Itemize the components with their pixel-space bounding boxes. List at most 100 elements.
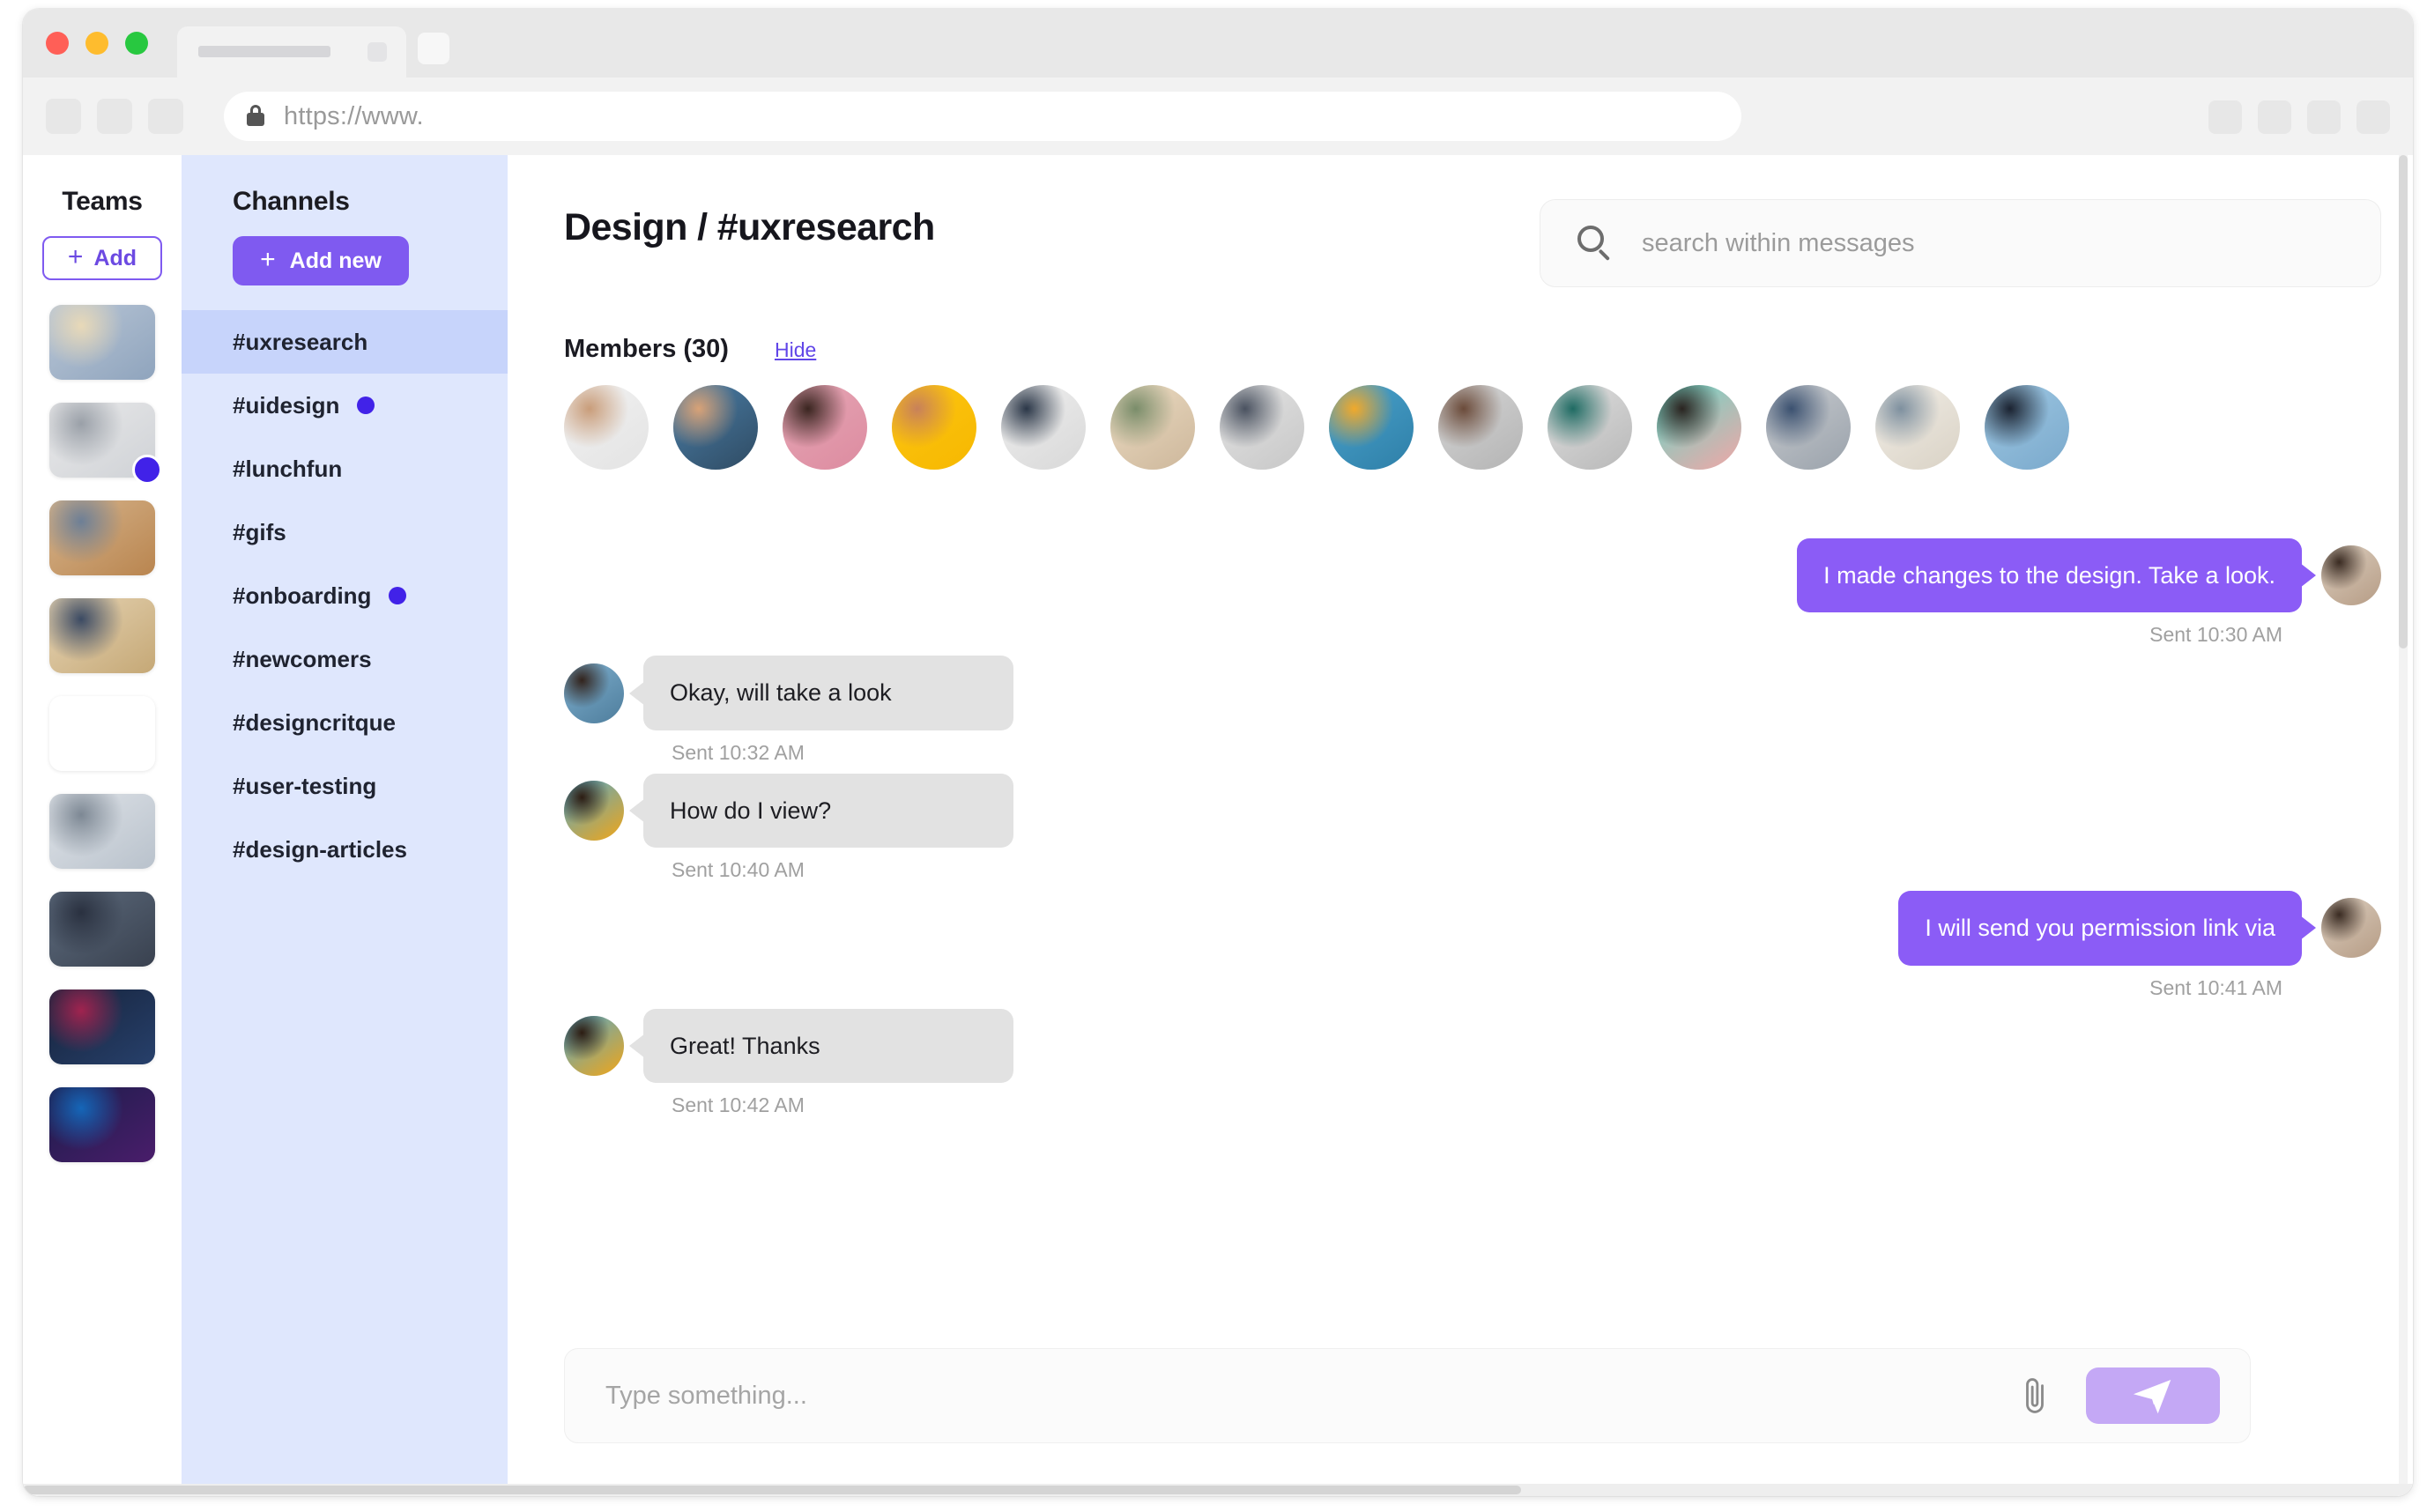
sidebar-item-design-articles[interactable]: #design-articles: [182, 818, 508, 881]
team-thumbnail[interactable]: [49, 696, 155, 771]
horizontal-scrollbar[interactable]: [23, 1484, 2413, 1496]
team-thumbnail[interactable]: [49, 1087, 155, 1162]
member-avatar-8[interactable]: [1329, 385, 1414, 470]
sidebar-item-designcritque[interactable]: #designcritque: [182, 691, 508, 754]
plus-icon: +: [67, 241, 84, 271]
team-item[interactable]: [49, 794, 155, 869]
sidebar-item-gifs[interactable]: #gifs: [182, 500, 508, 564]
member-avatar-12[interactable]: [1766, 385, 1851, 470]
send-button[interactable]: [2086, 1367, 2220, 1424]
sidebar-item-newcomers[interactable]: #newcomers: [182, 627, 508, 691]
forward-button[interactable]: [97, 99, 132, 134]
sidebar-item-uxresearch[interactable]: #uxresearch: [182, 310, 508, 374]
team-item[interactable]: [49, 598, 155, 673]
team-item[interactable]: [49, 989, 155, 1064]
members-avatar-list: [564, 385, 2381, 470]
teams-title: Teams: [62, 187, 143, 216]
vertical-scrollbar[interactable]: [2399, 155, 2408, 1496]
sender-avatar[interactable]: [564, 780, 624, 841]
member-avatar-9[interactable]: [1438, 385, 1523, 470]
chat-main: Design / #uxresearch Members (30) Hide I…: [508, 155, 2413, 1496]
minimize-window-button[interactable]: [85, 32, 108, 55]
message-bubble: I made changes to the design. Take a loo…: [1797, 538, 2302, 613]
team-item[interactable]: [49, 696, 155, 771]
extension-button-1[interactable]: [2208, 100, 2242, 134]
message-row: I made changes to the design. Take a loo…: [1797, 538, 2381, 613]
channel-label: #user-testing: [233, 772, 377, 799]
team-list: [23, 305, 182, 1162]
search-input[interactable]: [1642, 228, 2380, 258]
channel-label: #designcritque: [233, 708, 396, 736]
message-composer[interactable]: [564, 1348, 2251, 1443]
member-avatar-7[interactable]: [1220, 385, 1304, 470]
message-timestamp: Sent 10:42 AM: [672, 1093, 805, 1116]
sidebar-item-uidesign[interactable]: #uidesign: [182, 374, 508, 437]
search-box[interactable]: [1540, 199, 2381, 287]
sidebar-item-lunchfun[interactable]: #lunchfun: [182, 437, 508, 500]
add-team-button[interactable]: + Add: [42, 236, 162, 280]
browser-nav-buttons: [46, 99, 183, 134]
message-bubble: I will send you permission link via: [1898, 891, 2302, 966]
member-avatar-5[interactable]: [1001, 385, 1086, 470]
member-avatar-11[interactable]: [1657, 385, 1741, 470]
member-avatar-6[interactable]: [1110, 385, 1195, 470]
message-bubble: How do I view?: [643, 773, 1013, 849]
extension-button-3[interactable]: [2307, 100, 2341, 134]
back-button[interactable]: [46, 99, 81, 134]
channel-label: #gifs: [233, 518, 286, 545]
message-row: Okay, will take a look: [564, 656, 1013, 730]
address-bar[interactable]: https://www.: [224, 92, 1741, 141]
sender-avatar[interactable]: [564, 663, 624, 723]
window-traffic-lights: [46, 32, 148, 55]
hide-members-link[interactable]: Hide: [775, 338, 816, 362]
paperclip-icon[interactable]: [2015, 1371, 2054, 1420]
extension-button-2[interactable]: [2258, 100, 2291, 134]
member-avatar-1[interactable]: [564, 385, 649, 470]
team-item[interactable]: [49, 305, 155, 380]
message-timestamp: Sent 10:32 AM: [672, 740, 805, 764]
channel-label: #newcomers: [233, 645, 372, 672]
team-thumbnail[interactable]: [49, 989, 155, 1064]
member-avatar-10[interactable]: [1547, 385, 1632, 470]
member-avatar-3[interactable]: [783, 385, 867, 470]
channel-label: #lunchfun: [233, 455, 343, 482]
member-avatar-13[interactable]: [1875, 385, 1960, 470]
add-team-label: Add: [93, 245, 137, 271]
new-tab-button[interactable]: [418, 33, 449, 64]
tab-title-placeholder: [198, 46, 330, 57]
browser-tab[interactable]: [177, 26, 406, 78]
team-thumbnail[interactable]: [49, 500, 155, 575]
sender-avatar[interactable]: [2321, 545, 2381, 606]
scrollbar-thumb[interactable]: [23, 1486, 1521, 1494]
message-list: I made changes to the design. Take a loo…: [564, 470, 2381, 1348]
unread-dot: [389, 587, 407, 604]
sender-avatar[interactable]: [2321, 898, 2381, 959]
member-avatar-2[interactable]: [673, 385, 758, 470]
team-thumbnail[interactable]: [49, 794, 155, 869]
team-item[interactable]: [49, 500, 155, 575]
message-input[interactable]: [605, 1381, 2015, 1411]
sidebar-item-onboarding[interactable]: #onboarding: [182, 564, 508, 627]
members-label: Members (30): [564, 335, 729, 363]
maximize-window-button[interactable]: [125, 32, 148, 55]
member-avatar-4[interactable]: [892, 385, 976, 470]
close-window-button[interactable]: [46, 32, 69, 55]
team-thumbnail[interactable]: [49, 598, 155, 673]
member-avatar-14[interactable]: [1985, 385, 2069, 470]
close-icon[interactable]: [367, 42, 387, 62]
profile-button[interactable]: [2356, 100, 2390, 134]
scrollbar-thumb[interactable]: [2399, 155, 2408, 649]
sender-avatar[interactable]: [564, 1015, 624, 1076]
team-item[interactable]: [49, 1087, 155, 1162]
team-item[interactable]: [49, 403, 162, 485]
team-thumbnail[interactable]: [49, 305, 155, 380]
channel-label: #uxresearch: [233, 328, 368, 355]
add-channel-button[interactable]: + Add new: [233, 236, 409, 285]
team-item[interactable]: [49, 892, 155, 967]
sidebar-item-user-testing[interactable]: #user-testing: [182, 754, 508, 818]
team-thumbnail[interactable]: [49, 892, 155, 967]
lock-icon: [247, 105, 264, 128]
channel-label: #onboarding: [233, 582, 372, 609]
reload-button[interactable]: [148, 99, 183, 134]
chat-header: Design / #uxresearch: [564, 155, 2381, 287]
